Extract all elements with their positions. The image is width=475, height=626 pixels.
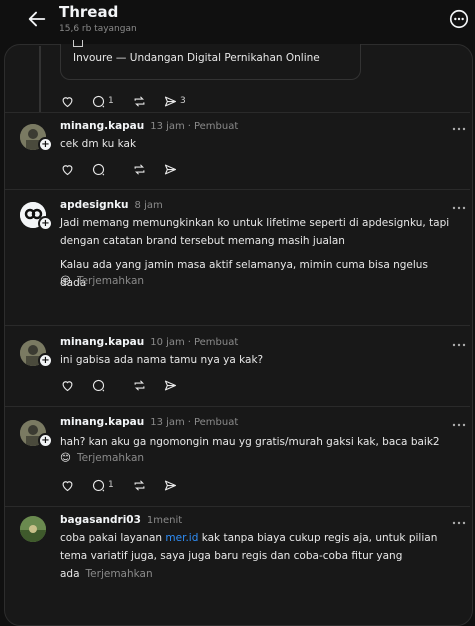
reply-count: 1 xyxy=(108,96,114,106)
send-icon xyxy=(164,164,177,174)
username[interactable]: minang.kapau 13 jam · Pembuat xyxy=(60,416,238,428)
share-count: 3 xyxy=(180,96,186,106)
avatar-photo xyxy=(20,516,46,542)
post-more-icon[interactable] xyxy=(452,520,466,526)
post-emoji-row: 😔 Terjemahkan xyxy=(60,272,450,290)
heart-icon xyxy=(62,480,73,491)
like-button[interactable] xyxy=(60,476,75,494)
author-badge: Pembuat xyxy=(193,337,239,348)
follow-plus-icon[interactable]: + xyxy=(38,433,53,448)
reply-button[interactable] xyxy=(91,160,106,178)
repost-icon xyxy=(134,480,145,490)
follow-plus-icon[interactable]: + xyxy=(38,353,53,368)
translate-link[interactable]: Terjemahkan xyxy=(86,568,153,580)
link-icon xyxy=(73,40,83,47)
author-badge: Pembuat xyxy=(193,417,239,428)
username[interactable]: minang.kapau 13 jam · Pembuat xyxy=(60,120,238,132)
divider xyxy=(5,325,470,326)
post-time: 8 jam xyxy=(134,200,163,211)
post-text: Jadi memang memungkinkan ko untuk lifeti… xyxy=(60,217,450,247)
repost-button[interactable] xyxy=(132,92,147,110)
post-more-icon[interactable] xyxy=(452,342,466,348)
post-text: ini gabisa ada nama tamu nya ya kak? xyxy=(60,354,264,366)
share-button[interactable]: 3 xyxy=(163,92,186,110)
post-text: cek dm ku kak xyxy=(60,138,137,150)
emoji: 😊 xyxy=(60,452,71,464)
send-icon xyxy=(164,96,177,106)
share-button[interactable] xyxy=(163,476,178,494)
quoted-post-card[interactable]: Invoure — Undangan Digital Pernikahan On… xyxy=(60,40,361,80)
comment-icon xyxy=(92,379,105,391)
mer-id-link[interactable]: mer.id xyxy=(165,532,198,544)
divider xyxy=(5,112,470,113)
repost-button[interactable] xyxy=(132,160,147,178)
heart-icon xyxy=(62,96,73,107)
send-icon xyxy=(164,380,177,390)
post-text: coba pakai layanan mer.id kak tanpa biay… xyxy=(60,532,438,580)
reply-button[interactable] xyxy=(91,376,106,394)
repost-icon xyxy=(134,164,145,174)
like-button[interactable] xyxy=(60,92,75,110)
share-button[interactable] xyxy=(163,160,178,178)
divider xyxy=(5,189,470,190)
like-button[interactable] xyxy=(60,160,75,178)
post-emoji-row: 😊 Terjemahkan xyxy=(60,449,450,467)
repost-button[interactable] xyxy=(132,476,147,494)
translate-link[interactable]: Terjemahkan xyxy=(77,275,144,287)
author-badge: Pembuat xyxy=(193,121,239,132)
translate-link[interactable]: Terjemahkan xyxy=(77,452,144,464)
more-options-icon[interactable] xyxy=(448,8,470,30)
reply-button[interactable]: 1 xyxy=(91,476,114,494)
back-arrow-icon[interactable] xyxy=(26,8,48,30)
username[interactable]: apdesignku 8 jam xyxy=(60,199,163,211)
view-count: 15,6 rb tayangan xyxy=(59,24,137,34)
avatar[interactable] xyxy=(20,516,46,542)
post-more-icon[interactable] xyxy=(452,205,466,211)
send-icon xyxy=(164,480,177,490)
header: Thread 15,6 rb tayangan xyxy=(0,0,475,44)
post-time: 13 jam xyxy=(150,121,185,132)
heart-icon xyxy=(62,380,73,391)
thread-connector-line xyxy=(39,46,41,112)
heart-icon xyxy=(62,164,73,175)
emoji: 😔 xyxy=(60,275,71,287)
comment-icon xyxy=(92,479,105,491)
post-time: 10 jam xyxy=(150,337,185,348)
divider xyxy=(5,406,470,407)
username[interactable]: bagasandri03 1menit xyxy=(60,514,182,526)
comment-icon xyxy=(92,163,105,175)
quoted-post-text: Invoure — Undangan Digital Pernikahan On… xyxy=(73,52,320,64)
reply-count: 1 xyxy=(108,480,114,490)
reply-button[interactable]: 1 xyxy=(91,92,114,110)
follow-plus-icon[interactable]: + xyxy=(38,137,53,152)
post-time: 13 jam xyxy=(150,417,185,428)
share-button[interactable] xyxy=(163,376,178,394)
post-more-icon[interactable] xyxy=(452,422,466,428)
username[interactable]: minang.kapau 10 jam · Pembuat xyxy=(60,336,238,348)
repost-icon xyxy=(134,96,145,106)
post-time: 1menit xyxy=(146,515,183,526)
repost-button[interactable] xyxy=(132,376,147,394)
repost-icon xyxy=(134,380,145,390)
follow-plus-icon[interactable]: + xyxy=(38,216,53,231)
divider xyxy=(5,506,470,507)
like-button[interactable] xyxy=(60,376,75,394)
page-title: Thread xyxy=(59,3,119,21)
post-more-icon[interactable] xyxy=(452,126,466,132)
comment-icon xyxy=(92,95,105,107)
